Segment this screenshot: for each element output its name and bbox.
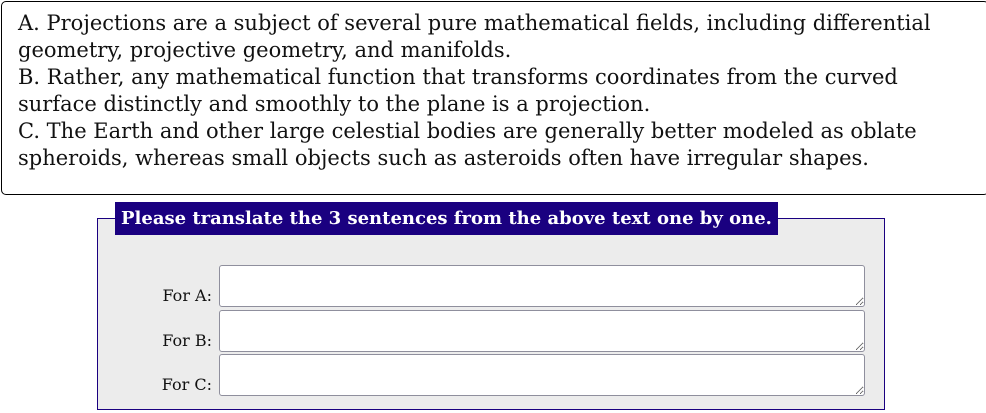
- sentence-a: A. Projections are a subject of several …: [18, 11, 931, 62]
- row-b: For B:: [98, 310, 884, 352]
- translation-fieldset: For A: For B: For C:: [97, 218, 885, 410]
- label-a: For A:: [162, 286, 212, 305]
- sentence-b: B. Rather, any mathematical function tha…: [18, 65, 898, 116]
- label-b: For B:: [162, 331, 212, 350]
- translation-c-input[interactable]: [219, 354, 865, 396]
- translation-b-input[interactable]: [219, 310, 865, 352]
- row-c: For C:: [98, 354, 884, 396]
- source-text: A. Projections are a subject of several …: [1, 1, 986, 195]
- translation-a-input[interactable]: [219, 265, 865, 307]
- label-c: For C:: [161, 375, 212, 394]
- row-a: For A:: [98, 265, 884, 307]
- form-legend: Please translate the 3 sentences from th…: [115, 202, 778, 235]
- sentence-c: C. The Earth and other large celestial b…: [18, 119, 917, 170]
